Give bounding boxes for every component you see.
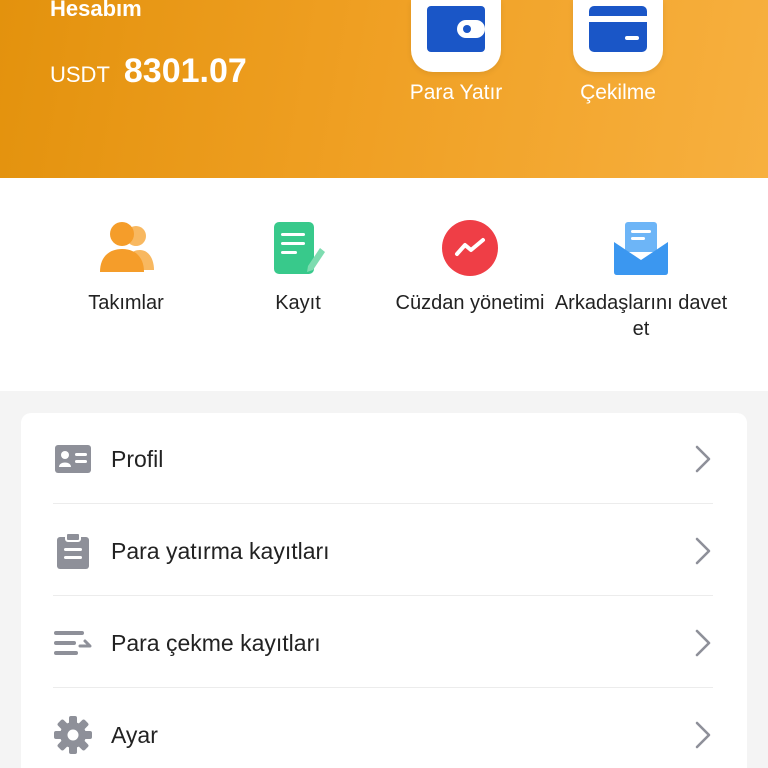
menu-item-withdraw-records-label: Para çekme kayıtları [111,629,321,656]
wallet-icon [427,6,485,52]
balance-amount: 8301.07 [123,52,247,90]
record-icon [268,218,328,278]
invite-mail-icon [611,218,671,278]
deposit-label: Para Yatır [409,81,503,104]
menu-item-withdraw-records[interactable]: Para çekme kayıtları [53,597,713,689]
menu-divider [53,503,713,504]
transfer-list-icon [53,623,93,663]
chevron-right-icon [695,445,711,473]
id-card-icon [53,439,93,479]
clipboard-icon [53,531,93,571]
wallet-chart-icon [440,218,500,278]
menu-item-deposit-records-label: Para yatırma kayıtları [111,537,330,564]
menu-divider [53,687,713,688]
chevron-right-icon [695,721,711,749]
menu-item-settings[interactable]: Ayar [53,689,713,768]
quick-teams-label: Takımlar [88,292,164,314]
quick-teams[interactable]: Takımlar [36,218,216,316]
quick-actions: Takımlar Kayıt Cüzdan yönetimi Arkadaşla… [0,178,768,391]
gear-icon [53,715,93,755]
quick-record[interactable]: Kayıt [208,218,388,316]
balance-display: USDT 8301.07 [50,52,247,91]
withdraw-label: Çekilme [580,81,656,104]
menu-item-profile-label: Profil [111,445,164,472]
settings-menu: Profil Para yatırma kayıtları Para çekme… [21,413,747,768]
quick-record-label: Kayıt [275,292,321,314]
withdraw-icon-box [573,0,663,72]
balance-currency: USDT [50,62,110,87]
quick-wallet-management-label: Cüzdan yönetimi [395,292,545,314]
menu-item-settings-label: Ayar [111,721,158,748]
quick-invite-friends-label: Arkadaşlarını davet et [554,292,728,340]
menu-item-deposit-records[interactable]: Para yatırma kayıtları [53,505,713,597]
chevron-right-icon [695,537,711,565]
menu-item-profile[interactable]: Profil [53,413,713,505]
quick-invite-friends[interactable]: Arkadaşlarını davet et [551,218,731,342]
chevron-right-icon [695,629,711,657]
deposit-button[interactable]: Para Yatır [386,0,526,105]
team-icon [96,218,156,278]
withdraw-button[interactable]: Çekilme [548,0,688,105]
quick-wallet-management[interactable]: Cüzdan yönetimi [380,218,560,316]
account-header: Hesabım USDT 8301.07 Para Yatır Çekilme [0,0,768,178]
account-title: Hesabım [50,0,142,21]
deposit-icon-box [411,0,501,72]
card-icon [589,6,647,52]
menu-divider [53,595,713,596]
